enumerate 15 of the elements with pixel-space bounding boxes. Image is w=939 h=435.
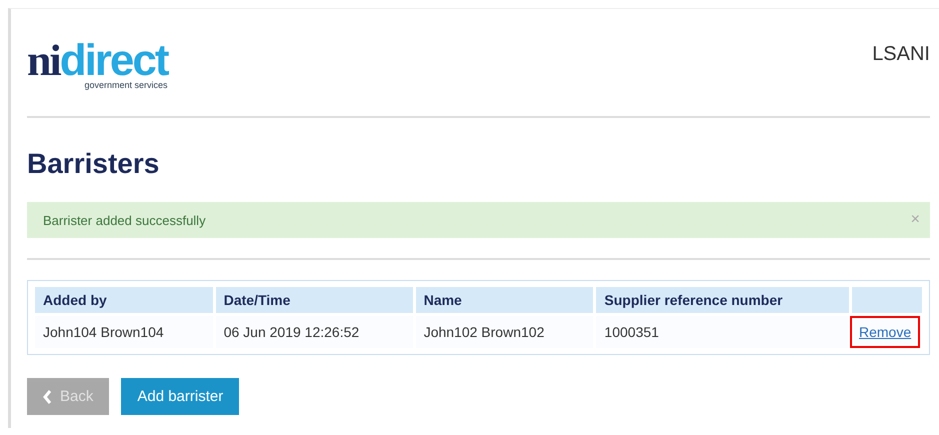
nidirect-logo[interactable]: nidirect government services	[27, 39, 168, 90]
table-cell: 06 Jun 2019 12:26:52	[216, 316, 413, 348]
table-cell: John104 Brown104	[35, 316, 213, 348]
column-header: Date/Time	[216, 287, 413, 313]
chevron-left-icon	[43, 390, 52, 404]
service-name: LSANI	[872, 43, 930, 66]
column-header: Name	[416, 287, 594, 313]
alert-message: Barrister added successfully	[43, 212, 206, 228]
close-button[interactable]: ×	[910, 211, 920, 229]
column-header: Supplier reference number	[596, 287, 849, 313]
column-header: Added by	[35, 287, 213, 313]
table-cell: 1000351	[596, 316, 849, 348]
page-heading: Barristers	[27, 148, 160, 180]
table-cell: John102 Brown102	[416, 316, 594, 348]
add-button[interactable]: Add barrister	[121, 378, 240, 415]
